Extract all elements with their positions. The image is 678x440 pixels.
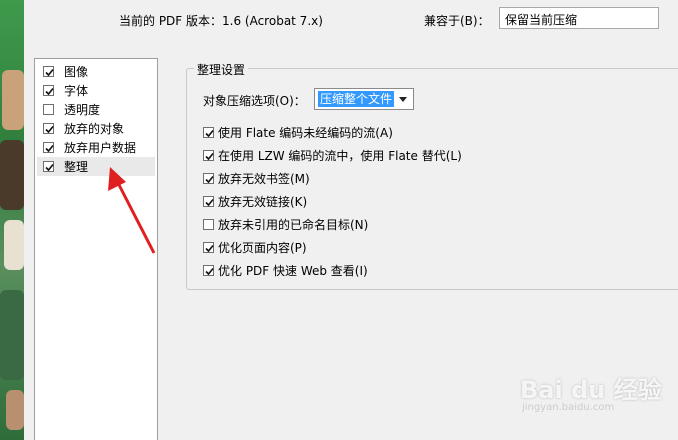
option-discard-unreferenced-destinations[interactable]: 放弃未引用的已命名目标(N): [203, 215, 368, 233]
checkbox[interactable]: [203, 149, 214, 161]
checkbox[interactable]: [43, 161, 54, 172]
option-label: 使用 Flate 编码未经编码的流(A): [218, 125, 393, 140]
option-fast-web-view[interactable]: 优化 PDF 快速 Web 查看(I): [203, 261, 368, 279]
option-label: 放弃无效链接(K): [218, 194, 308, 209]
checkbox[interactable]: [203, 264, 214, 276]
checkbox[interactable]: [43, 66, 54, 77]
option-label: 优化页面内容(P): [218, 240, 307, 255]
checkbox[interactable]: [43, 104, 54, 115]
watermark-logo: Bai du 经验 jingyan.baidu.com: [520, 370, 670, 440]
option-label: 放弃未引用的已命名目标(N): [218, 217, 369, 232]
checkbox[interactable]: [203, 172, 214, 184]
checkbox[interactable]: [43, 142, 54, 153]
pdf-version-label: 当前的 PDF 版本：1.6 (Acrobat 7.x): [119, 14, 323, 28]
checkbox[interactable]: [203, 195, 214, 207]
category-item-images[interactable]: 图像: [37, 62, 155, 81]
option-optimize-page-content[interactable]: 优化页面内容(P): [203, 238, 307, 256]
checkbox[interactable]: [203, 241, 214, 253]
annotation-arrow-icon: [108, 167, 156, 254]
option-discard-invalid-bookmarks[interactable]: 放弃无效书签(M): [203, 169, 310, 187]
object-compression-label: 对象压缩选项(O)：: [203, 94, 306, 108]
category-label: 放弃用户数据: [64, 141, 137, 155]
category-label: 透明度: [64, 103, 101, 117]
checkbox[interactable]: [43, 85, 54, 96]
panel-title: 整理设置: [194, 61, 249, 78]
category-item-transparency[interactable]: 透明度: [37, 100, 155, 119]
option-label: 优化 PDF 快速 Web 查看(I): [218, 263, 368, 278]
category-label: 整理: [64, 160, 89, 174]
category-label: 放弃的对象: [64, 122, 125, 136]
checkbox[interactable]: [203, 218, 214, 230]
compatibility-select[interactable]: 保留当前压缩: [499, 7, 659, 29]
category-item-discard-user-data[interactable]: 放弃用户数据: [37, 138, 155, 157]
watermark-main-text: Bai du 经验: [520, 376, 662, 404]
checkbox[interactable]: [43, 123, 54, 134]
option-discard-invalid-links[interactable]: 放弃无效链接(K): [203, 192, 307, 210]
checkbox[interactable]: [203, 126, 214, 138]
category-item-discard-objects[interactable]: 放弃的对象: [37, 119, 155, 138]
compatibility-label: 兼容于(B)：: [424, 14, 490, 28]
chevron-down-icon[interactable]: [399, 97, 407, 102]
option-flate-encode[interactable]: 使用 Flate 编码未经编码的流(A): [203, 123, 393, 141]
watermark-url: jingyan.baidu.com: [522, 402, 615, 413]
option-lzw-to-flate[interactable]: 在使用 LZW 编码的流中，使用 Flate 替代(L): [203, 146, 462, 164]
object-compression-value: 压缩整个文件: [318, 91, 395, 107]
option-label: 在使用 LZW 编码的流中，使用 Flate 替代(L): [218, 148, 462, 163]
category-item-fonts[interactable]: 字体: [37, 81, 155, 100]
category-label: 字体: [64, 84, 89, 98]
category-label: 图像: [64, 65, 89, 79]
background-image-strip: [0, 0, 24, 440]
option-label: 放弃无效书签(M): [218, 171, 310, 186]
object-compression-select[interactable]: 压缩整个文件: [314, 88, 414, 110]
